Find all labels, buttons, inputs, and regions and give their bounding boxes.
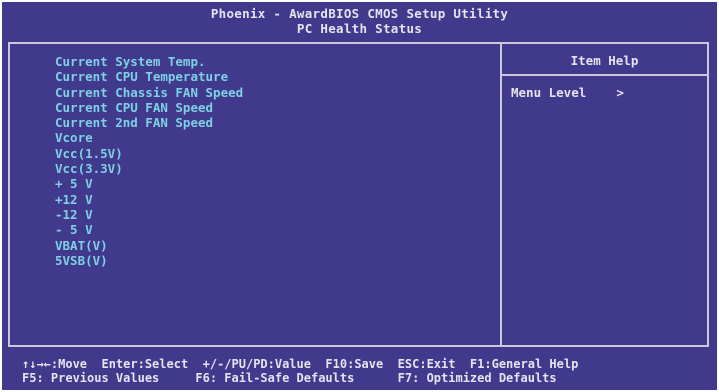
item-5vsb[interactable]: 5VSB(V)	[55, 253, 243, 268]
item-vcc-1-5v[interactable]: Vcc(1.5V)	[55, 146, 243, 161]
bios-screen: Phoenix - AwardBIOS CMOS Setup Utility P…	[2, 2, 717, 390]
help-separator	[502, 74, 707, 76]
main-panel: Current System Temp. Current CPU Tempera…	[8, 42, 709, 347]
page-title: PC Health Status	[296, 21, 423, 36]
bios-header: Phoenix - AwardBIOS CMOS Setup Utility P…	[2, 6, 717, 36]
menu-level-indicator: >	[616, 85, 624, 100]
item-minus-5v[interactable]: - 5 V	[55, 222, 243, 237]
item-plus-5v[interactable]: + 5 V	[55, 176, 243, 191]
menu-level: Menu Level >	[511, 85, 624, 100]
item-minus-12v[interactable]: -12 V	[55, 207, 243, 222]
item-help-title: Item Help	[570, 53, 639, 68]
item-vbat[interactable]: VBAT(V)	[55, 238, 243, 253]
item-current-cpu-temperature[interactable]: Current CPU Temperature	[55, 69, 243, 84]
item-current-chassis-fan-speed[interactable]: Current Chassis FAN Speed	[55, 85, 243, 100]
footer-keys-line2: F5: Previous Values F6: Fail-Safe Defaul…	[22, 371, 557, 385]
item-vcore[interactable]: Vcore	[55, 130, 243, 145]
item-current-cpu-fan-speed[interactable]: Current CPU FAN Speed	[55, 100, 243, 115]
menu-level-label: Menu Level	[511, 85, 587, 100]
health-item-list: Current System Temp. Current CPU Tempera…	[55, 54, 243, 268]
footer-keys-line1: ↑↓→←:Move Enter:Select +/-/PU/PD:Value F…	[22, 357, 579, 371]
item-vcc-3-3v[interactable]: Vcc(3.3V)	[55, 161, 243, 176]
panel-divider	[500, 44, 502, 345]
item-current-2nd-fan-speed[interactable]: Current 2nd FAN Speed	[55, 115, 243, 130]
item-plus-12v[interactable]: +12 V	[55, 192, 243, 207]
bios-title: Phoenix - AwardBIOS CMOS Setup Utility	[210, 6, 509, 21]
item-current-system-temp[interactable]: Current System Temp.	[55, 54, 243, 69]
